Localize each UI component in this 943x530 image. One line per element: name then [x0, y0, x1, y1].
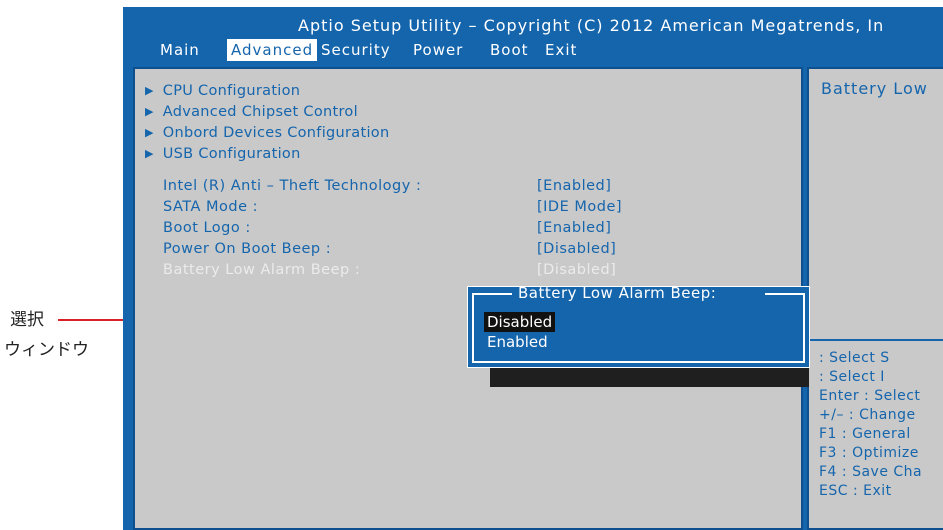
popup-title: Battery Low Alarm Beep:	[518, 284, 717, 302]
setting-label: Intel (R) Anti – Theft Technology :	[163, 178, 422, 194]
help-key-line: : Select S	[819, 350, 890, 366]
help-key-line: Enter : Select	[819, 388, 921, 404]
setting-value[interactable]: [IDE Mode]	[537, 197, 622, 218]
triangle-right-icon: ▶	[145, 147, 154, 160]
help-key-line: : Select I	[819, 369, 885, 385]
popup-frame-top-right	[765, 293, 805, 295]
menu-power[interactable]: Power	[413, 39, 463, 61]
setting-label: SATA Mode :	[163, 199, 259, 215]
help-key-line: ESC : Exit	[819, 483, 892, 499]
help-key-line: +/– : Change	[819, 407, 916, 423]
setting-value[interactable]: [Enabled]	[537, 218, 611, 239]
triangle-right-icon: ▶	[145, 126, 154, 139]
triangle-right-icon: ▶	[145, 84, 154, 97]
menu-exit[interactable]: Exit	[545, 39, 577, 61]
menu-security[interactable]: Security	[321, 39, 391, 61]
setting-label: Power On Boot Beep :	[163, 241, 332, 257]
submenu-label: CPU Configuration	[162, 83, 301, 99]
submenu-cpu-configuration[interactable]: ▶ CPU Configuration	[145, 81, 389, 102]
selection-popup: Battery Low Alarm Beep: Disabled Enabled	[467, 284, 810, 368]
help-key-line: F3 : Optimize	[819, 445, 919, 461]
menu-advanced[interactable]: Advanced	[227, 39, 318, 61]
callout-label-line2: ウィンドウ	[4, 340, 89, 360]
submenu-list: ▶ CPU Configuration ▶ Advanced Chipset Con…	[145, 81, 389, 165]
help-key-list: : Select S : Select I Enter : Select +/–…	[819, 349, 922, 501]
setting-value[interactable]: [Disabled]	[537, 239, 616, 260]
help-title: Battery Low	[821, 79, 928, 98]
setting-label: Boot Logo :	[163, 220, 251, 236]
bios-title: Aptio Setup Utility – Copyright (C) 2012…	[298, 16, 885, 35]
menu-boot[interactable]: Boot	[490, 39, 529, 61]
setting-value[interactable]: [Enabled]	[537, 176, 611, 197]
submenu-usb-configuration[interactable]: ▶ USB Configuration	[145, 144, 389, 165]
callout-label-line1: 選択	[10, 310, 44, 330]
submenu-label: Onbord Devices Configuration	[162, 125, 390, 141]
popup-option-enabled[interactable]: Enabled	[487, 332, 548, 352]
setting-label: Battery Low Alarm Beep :	[163, 262, 361, 278]
popup-option-disabled[interactable]: Disabled	[484, 312, 556, 332]
submenu-onboard-devices-configuration[interactable]: ▶ Onbord Devices Configuration	[145, 123, 389, 144]
help-panel: Battery Low : Select S : Select I Enter …	[807, 67, 943, 530]
setting-value[interactable]: [Disabled]	[537, 260, 616, 281]
menu-main[interactable]: Main	[160, 39, 200, 61]
help-key-line: F4 : Save Cha	[819, 464, 923, 480]
submenu-label: Advanced Chipset Control	[162, 104, 358, 120]
submenu-label: USB Configuration	[162, 146, 301, 162]
triangle-right-icon: ▶	[145, 105, 154, 118]
submenu-advanced-chipset-control[interactable]: ▶ Advanced Chipset Control	[145, 102, 389, 123]
popup-frame-top-left	[472, 293, 512, 295]
help-divider	[809, 339, 943, 341]
bios-screen: Aptio Setup Utility – Copyright (C) 2012…	[123, 7, 943, 530]
help-key-line: F1 : General	[819, 426, 911, 442]
